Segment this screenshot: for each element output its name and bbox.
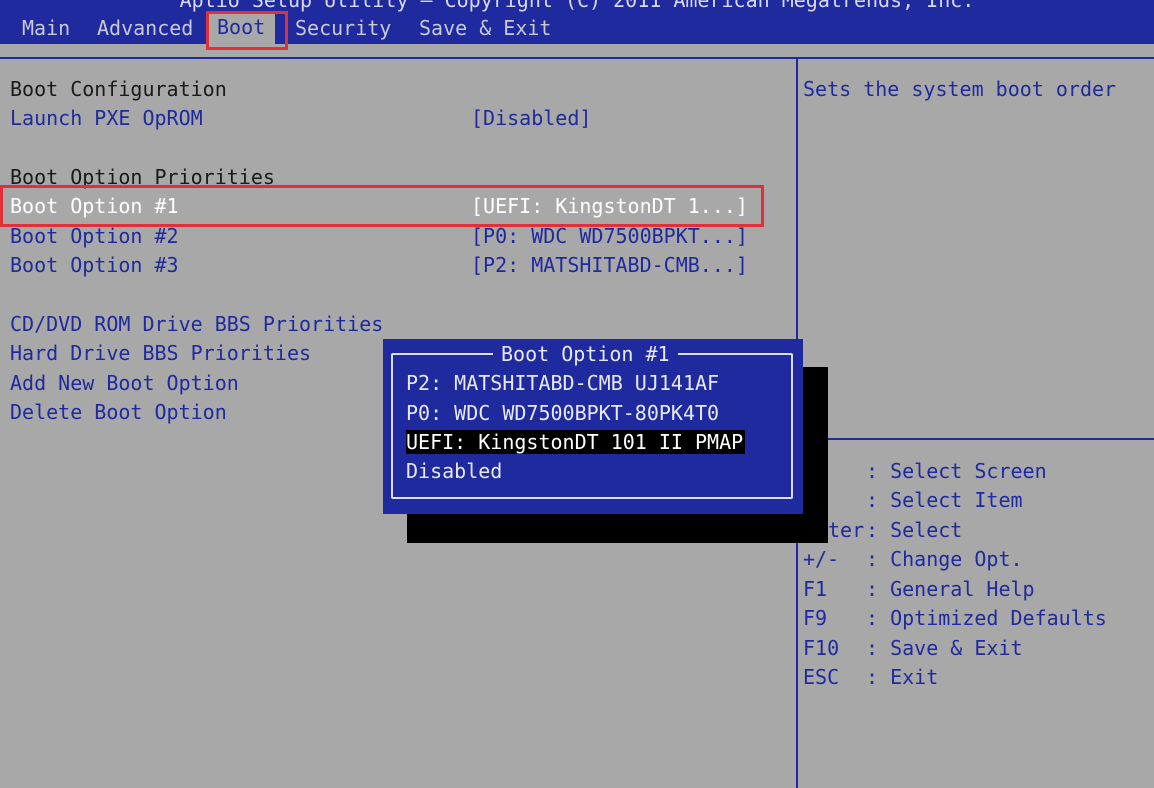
boot-option-3-label[interactable]: Boot Option #3 (10, 253, 179, 277)
tab-boot[interactable]: Boot (207, 12, 276, 46)
cd-dvd-bbs-priorities-link[interactable]: CD/DVD ROM Drive BBS Priorities (10, 312, 383, 336)
help-desc-select-screen: : Select Screen (866, 459, 1047, 483)
popup-option-kingston[interactable]: UEFI: KingstonDT 101 II PMAP (406, 430, 746, 454)
utility-title: Aptio Setup Utility – Copyright (C) 2011… (179, 0, 975, 12)
help-desc-select: : Select (866, 518, 963, 542)
boot-configuration-heading: Boot Configuration (10, 77, 227, 101)
boot-option-1-label[interactable]: Boot Option #1 (10, 194, 179, 218)
tab-security[interactable]: Security (295, 16, 391, 40)
help-key-enter: ter (828, 518, 865, 542)
popup-title: Boot Option #1 (493, 342, 678, 366)
hard-drive-bbs-priorities-link[interactable]: Hard Drive BBS Priorities (10, 341, 311, 365)
tab-save-exit[interactable]: Save & Exit (419, 16, 551, 40)
boot-option-3-value[interactable]: [P2: MATSHITABD-CMB...] (471, 253, 748, 277)
popup-option-disabled[interactable]: Disabled (406, 459, 502, 483)
header-divider (0, 57, 1154, 59)
help-key-esc: ESC (803, 665, 840, 689)
help-key-f10: F10 (803, 636, 840, 660)
help-keys-divider (796, 438, 1154, 440)
bios-setup-screen: Aptio Setup Utility – Copyright (C) 2011… (0, 0, 1154, 788)
delete-boot-option-link[interactable]: Delete Boot Option (10, 400, 227, 424)
boot-option-priorities-heading: Boot Option Priorities (10, 165, 275, 189)
popup-option-matshita[interactable]: P2: MATSHITABD-CMB UJ141AF (406, 371, 719, 395)
help-key-plus-minus: +/- (803, 547, 840, 571)
help-desc-select-item: : Select Item (866, 488, 1023, 512)
help-desc-save-exit: : Save & Exit (866, 636, 1023, 660)
help-description: Sets the system boot order (803, 77, 1117, 101)
help-key-f9: F9 (803, 606, 828, 630)
boot-option-1-popup: Boot Option #1 P2: MATSHITABD-CMB UJ141A… (383, 339, 803, 514)
boot-option-2-label[interactable]: Boot Option #2 (10, 224, 179, 248)
help-desc-exit: : Exit (866, 665, 939, 689)
boot-option-2-value[interactable]: [P0: WDC WD7500BPKT...] (471, 224, 748, 248)
header-bar: Aptio Setup Utility – Copyright (C) 2011… (0, 0, 1154, 46)
help-desc-general-help: : General Help (866, 577, 1035, 601)
boot-option-1-value[interactable]: [UEFI: KingstonDT 1...] (471, 194, 748, 218)
launch-pxe-oprom-label[interactable]: Launch PXE OpROM (10, 106, 203, 130)
help-key-f1: F1 (803, 577, 828, 601)
help-desc-change-opt: : Change Opt. (866, 547, 1023, 571)
tab-main[interactable]: Main (22, 16, 70, 40)
tab-advanced[interactable]: Advanced (97, 16, 193, 40)
popup-option-wdc[interactable]: P0: WDC WD7500BPKT-80PK4T0 (406, 401, 719, 425)
launch-pxe-oprom-value[interactable]: [Disabled] (471, 106, 591, 130)
add-new-boot-option-link[interactable]: Add New Boot Option (10, 371, 239, 395)
help-desc-optimized-defaults: : Optimized Defaults (866, 606, 1107, 630)
